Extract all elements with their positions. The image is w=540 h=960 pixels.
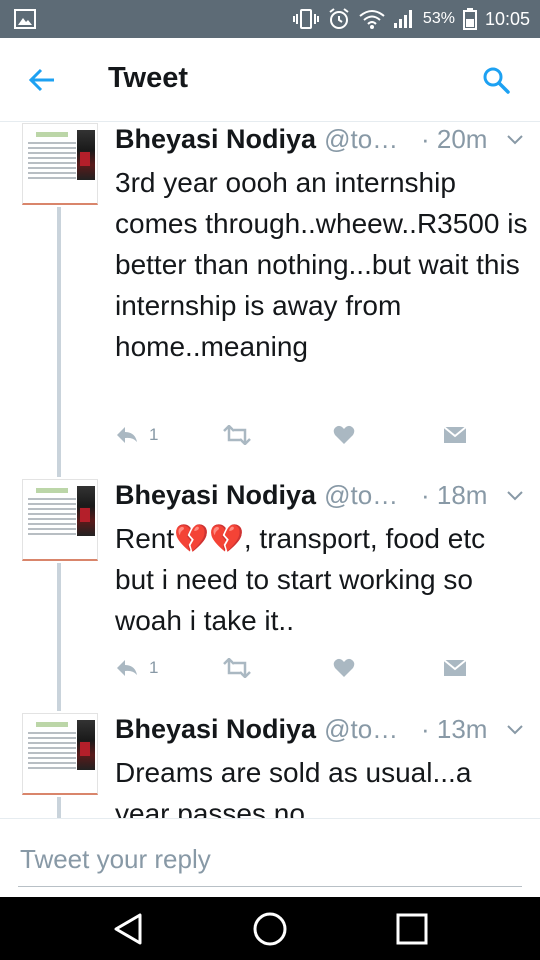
thread-line [57, 207, 61, 477]
reply-input[interactable] [18, 841, 522, 887]
tweet-time: · 20m [421, 124, 488, 154]
direct-message-button[interactable] [443, 653, 467, 683]
nav-home-button[interactable] [250, 910, 290, 948]
reply-icon [117, 660, 137, 676]
envelope-icon [443, 659, 467, 676]
page-title: Tweet [108, 62, 189, 94]
reply-bar [0, 818, 540, 897]
reply-count: 1 [149, 425, 159, 444]
tweet-text: 3rd year oooh an internship comes throug… [115, 167, 528, 362]
tweet[interactable]: Bheyasi Nodiya @to… · 20m 3rd year oooh … [0, 123, 540, 479]
like-button[interactable] [333, 420, 355, 450]
nav-recents-button[interactable] [392, 910, 432, 948]
reply-button[interactable]: 1 [115, 420, 158, 450]
tweet-text: Rent💔💔, transport, food etc but i need t… [115, 523, 486, 636]
tweet[interactable]: Bheyasi Nodiya @to… · 18m Rent💔💔, transp… [0, 479, 540, 713]
navigation-bar [0, 897, 540, 960]
reply-icon [117, 427, 137, 443]
direct-message-button[interactable] [443, 420, 467, 450]
tweet-menu-button[interactable] [505, 486, 525, 506]
wifi-icon [359, 9, 385, 29]
author-handle[interactable]: @to… [324, 714, 398, 745]
retweet-button[interactable] [223, 653, 251, 683]
recents-square-icon [396, 913, 428, 945]
avatar[interactable] [22, 479, 98, 561]
tweet-menu-button[interactable] [505, 720, 525, 740]
author-handle[interactable]: @to… [324, 480, 398, 511]
alarm-icon [327, 7, 351, 31]
vibrate-icon [292, 8, 319, 30]
heart-icon [333, 425, 355, 444]
chevron-down-icon [507, 725, 523, 735]
arrow-left-icon [28, 68, 54, 92]
reply-button[interactable]: 1 [115, 653, 158, 683]
thread-line [57, 563, 61, 711]
envelope-icon [443, 426, 467, 443]
retweet-button[interactable] [223, 420, 251, 450]
app-bar: Tweet [0, 38, 540, 122]
avatar[interactable] [22, 123, 98, 205]
nav-back-button[interactable] [108, 910, 148, 948]
like-button[interactable] [333, 653, 355, 683]
retweet-icon [223, 425, 251, 445]
clock-time: 10:05 [484, 8, 530, 29]
chevron-down-icon [507, 135, 523, 145]
avatar[interactable] [22, 713, 98, 795]
battery-percent: 53% [422, 10, 455, 27]
tweet-actions: 1 [115, 420, 475, 450]
status-bar: 53% 10:05 [0, 0, 540, 38]
author-name[interactable]: Bheyasi Nodiya [115, 480, 316, 511]
author-name[interactable]: Bheyasi Nodiya [115, 714, 316, 745]
heart-icon [333, 658, 355, 677]
author-name[interactable]: Bheyasi Nodiya [115, 124, 316, 155]
thread-line [57, 797, 61, 818]
tweet-time: · 13m [421, 714, 488, 744]
tweet-menu-button[interactable] [505, 130, 525, 150]
signal-icon [393, 9, 415, 29]
search-icon [483, 67, 510, 94]
gallery-icon [14, 9, 36, 29]
tweet[interactable]: Bheyasi Nodiya @to… · 13m Dreams are sol… [0, 713, 540, 818]
reply-count: 1 [149, 658, 159, 677]
back-triangle-icon [114, 913, 142, 945]
home-circle-icon [253, 912, 287, 946]
retweet-icon [223, 658, 251, 678]
search-button[interactable] [480, 64, 512, 96]
tweet-time: · 18m [421, 480, 488, 510]
battery-icon [462, 8, 477, 30]
tweet-text: Dreams are sold as usual...a year passes… [115, 757, 472, 818]
tweet-thread[interactable]: Bheyasi Nodiya @to… · 20m 3rd year oooh … [0, 123, 540, 818]
chevron-down-icon [507, 491, 523, 501]
author-handle[interactable]: @to… [324, 124, 398, 155]
tweet-actions: 1 [115, 653, 475, 683]
back-button[interactable] [26, 64, 58, 96]
